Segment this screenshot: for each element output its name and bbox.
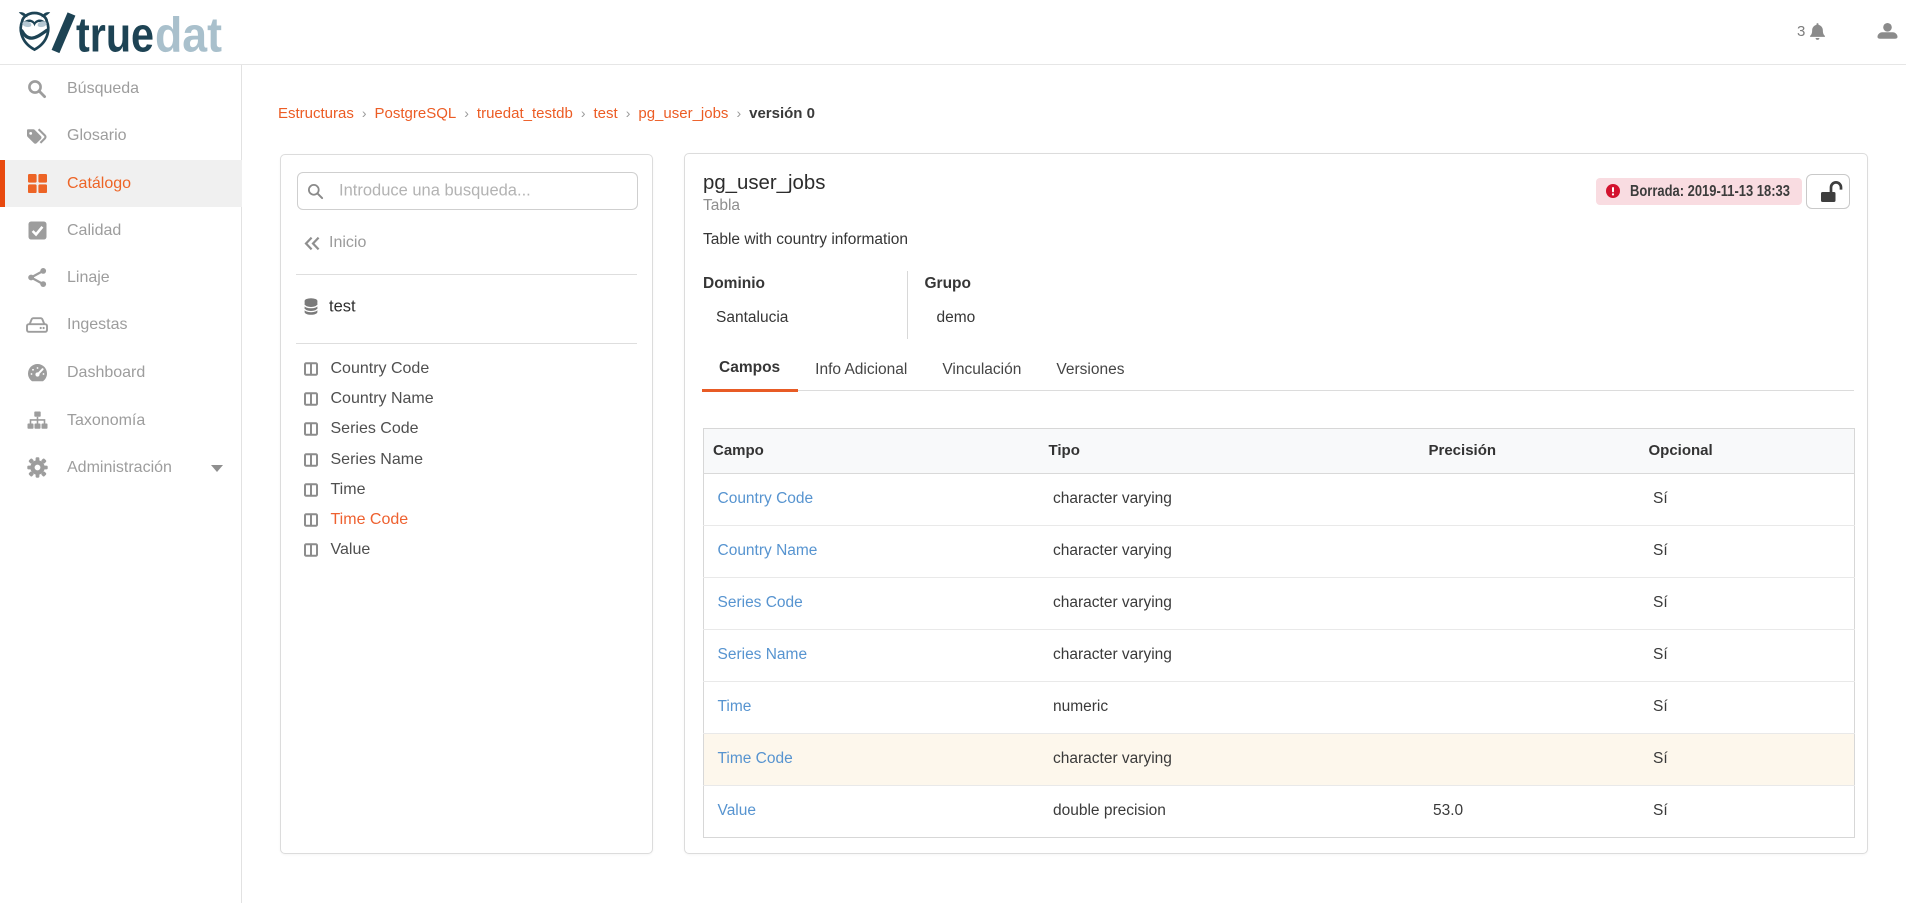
svg-text:true: true <box>76 10 154 56</box>
svg-text:dat: dat <box>155 10 222 56</box>
